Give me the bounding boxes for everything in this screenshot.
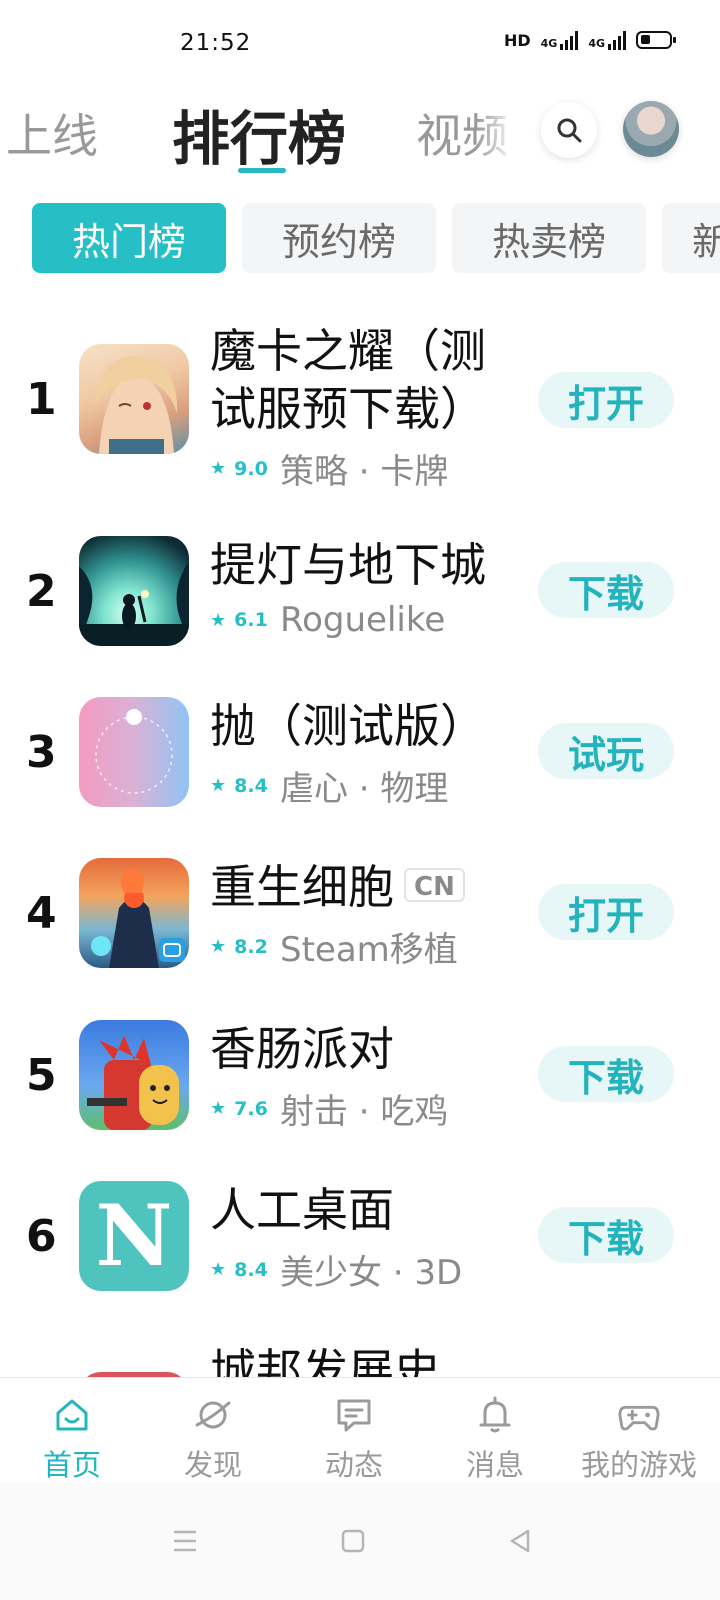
- back-triangle-icon: [510, 1529, 530, 1553]
- try-play-button[interactable]: 试玩: [538, 723, 674, 779]
- game-meta: ★ 9.0 策略 · 卡牌: [210, 444, 448, 493]
- sim1-signal-icon: 4G: [541, 30, 579, 50]
- app-icon[interactable]: N: [79, 1181, 189, 1291]
- top-tab-bar: 上线 排行榜 视频: [0, 92, 720, 174]
- list-item[interactable]: 6 N 人工桌面 ★ 8.4 美少女 · 3D 下载: [0, 1181, 720, 1341]
- game-name[interactable]: 香肠派对: [210, 1020, 520, 1078]
- nav-home[interactable]: 首页: [0, 1378, 144, 1484]
- open-button[interactable]: 打开: [538, 884, 674, 940]
- bell-icon: [479, 1396, 511, 1433]
- chat-bubble-icon: [337, 1399, 371, 1432]
- rank-number: 1: [26, 374, 57, 425]
- list-item[interactable]: 5 香肠派对 ★ 7.6 射击 · 吃鸡 下载: [0, 1020, 720, 1180]
- rating: ★ 8.4: [210, 774, 268, 797]
- region-badge: CN: [404, 867, 465, 902]
- rating: ★ 8.4: [210, 1258, 268, 1281]
- menu-lines-icon: [174, 1530, 196, 1552]
- game-meta: ★ 8.4 虐心 · 物理: [210, 761, 448, 810]
- status-time: 21:52: [180, 30, 252, 56]
- app-icon[interactable]: [79, 536, 189, 646]
- home-button[interactable]: [333, 1521, 373, 1561]
- app-icon[interactable]: [79, 858, 189, 968]
- user-avatar[interactable]: [623, 101, 679, 157]
- battery-icon: [636, 31, 676, 49]
- star-icon: ★: [210, 1259, 227, 1280]
- active-tab-indicator: [238, 168, 286, 173]
- game-name[interactable]: 抛（测试版）: [210, 697, 520, 755]
- home-icon: [56, 1399, 88, 1431]
- open-button[interactable]: 打开: [538, 372, 674, 428]
- star-icon: ★: [210, 609, 227, 631]
- nav-my-games[interactable]: 我的游戏: [564, 1378, 714, 1484]
- rank-number: 6: [26, 1211, 57, 1262]
- game-name[interactable]: 提灯与地下城: [210, 536, 520, 594]
- list-item[interactable]: 4 重生细胞 CN ★ 8.2 Steam移植 打开: [0, 858, 720, 1018]
- app-icon[interactable]: [79, 1020, 189, 1130]
- game-meta: ★ 8.2 Steam移植: [210, 922, 458, 971]
- download-button[interactable]: 下载: [538, 1046, 674, 1102]
- chip-new[interactable]: 新: [662, 203, 720, 273]
- rating: ★ 6.1: [210, 609, 268, 631]
- game-tags: Steam移植: [280, 930, 458, 970]
- rank-number: 3: [26, 727, 57, 778]
- gamepad-icon: [618, 1405, 660, 1431]
- rank-number: 4: [26, 888, 57, 939]
- tab-ranking[interactable]: 排行榜: [172, 92, 346, 176]
- status-icons: HD 4G 4G: [503, 30, 676, 50]
- back-button[interactable]: [500, 1521, 540, 1561]
- game-meta: ★ 8.4 美少女 · 3D: [210, 1245, 462, 1294]
- rating: ★ 9.0: [210, 457, 268, 480]
- game-tags: 美少女 · 3D: [280, 1253, 463, 1293]
- nav-discover[interactable]: 发现: [141, 1378, 285, 1484]
- rating: ★ 7.6: [210, 1097, 268, 1120]
- ranking-category-chips: 热门榜 预约榜 热卖榜 新: [0, 203, 720, 275]
- download-button[interactable]: 下载: [538, 1207, 674, 1263]
- nav-feed[interactable]: 动态: [282, 1378, 426, 1484]
- search-icon: [557, 118, 582, 143]
- sim2-signal-icon: 4G: [588, 30, 626, 50]
- game-tags: 策略 · 卡牌: [280, 452, 449, 492]
- app-icon[interactable]: [79, 697, 189, 807]
- star-icon: ★: [210, 1098, 227, 1119]
- list-item[interactable]: 3 抛（测试版） ★ 8.4 虐心 · 物理 试玩: [0, 697, 720, 857]
- square-home-icon: [341, 1529, 365, 1553]
- star-icon: ★: [210, 936, 227, 957]
- game-tags: 射击 · 吃鸡: [280, 1092, 449, 1132]
- list-item[interactable]: 2 提灯与地下城 ★ 6.1 Roguelike 下载: [0, 536, 720, 696]
- rank-number: 2: [26, 566, 57, 617]
- game-name[interactable]: 城邦发展史: [210, 1342, 520, 1377]
- system-navigation-bar: [0, 1483, 720, 1600]
- list-item[interactable]: 1 魔卡之耀（测试服预下载） ★ 9.0 策略 · 卡牌 打开: [0, 322, 720, 492]
- rank-number: 5: [26, 1050, 57, 1101]
- game-name[interactable]: 魔卡之耀（测试服预下载）: [210, 322, 520, 438]
- game-tags: 虐心 · 物理: [280, 769, 449, 809]
- chip-reserve[interactable]: 预约榜: [242, 203, 436, 273]
- search-button[interactable]: [541, 102, 597, 158]
- chip-bestseller[interactable]: 热卖榜: [452, 203, 646, 273]
- star-icon: ★: [210, 775, 227, 796]
- tab-online[interactable]: 上线: [6, 100, 98, 166]
- app-icon[interactable]: [79, 344, 189, 454]
- game-name[interactable]: 重生细胞 CN: [210, 858, 520, 916]
- rating: ★ 8.2: [210, 935, 268, 958]
- hd-label: HD: [503, 30, 531, 50]
- game-meta: ★ 7.6 射击 · 吃鸡: [210, 1084, 448, 1133]
- chip-hot[interactable]: 热门榜: [32, 203, 226, 273]
- star-icon: ★: [210, 458, 227, 479]
- app-logo-letter: N: [95, 1186, 173, 1285]
- status-bar: 21:52 HD 4G 4G: [0, 0, 720, 88]
- game-tags: Roguelike: [280, 600, 446, 640]
- recents-button[interactable]: [165, 1521, 205, 1561]
- game-meta: ★ 6.1 Roguelike: [210, 600, 445, 640]
- tab-video[interactable]: 视频: [416, 100, 516, 166]
- download-button[interactable]: 下载: [538, 562, 674, 618]
- game-name[interactable]: 人工桌面: [210, 1181, 520, 1239]
- bottom-navigation: 首页 发现 动态 消息 我的游戏: [0, 1377, 720, 1483]
- list-item[interactable]: 城邦发展史: [0, 1342, 720, 1377]
- discover-planet-icon: [195, 1401, 231, 1429]
- nav-messages[interactable]: 消息: [423, 1378, 567, 1484]
